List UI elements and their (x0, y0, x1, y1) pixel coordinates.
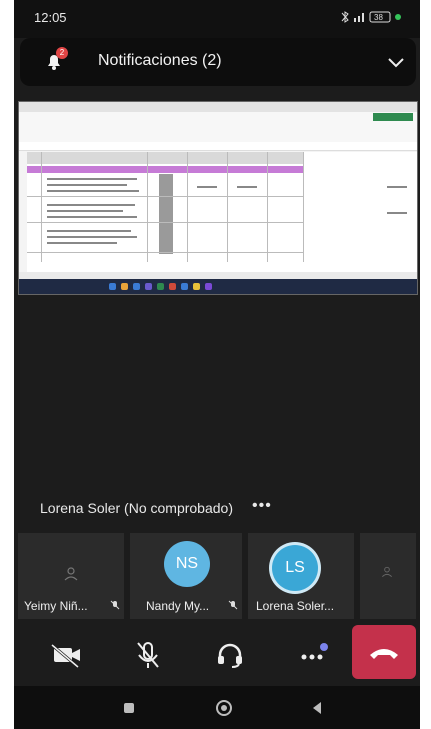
taskbar-icon (145, 283, 152, 290)
sheet-cell-text (387, 186, 407, 188)
avatar: NS (164, 541, 210, 587)
sheet-gray-column (159, 174, 173, 254)
sheet-row-line (27, 222, 303, 223)
sheet-col-line (147, 152, 148, 262)
avatar: LS (272, 545, 318, 591)
participant-tile[interactable]: Yeimy Niñ... (18, 533, 124, 619)
taskbar-icon (169, 283, 176, 290)
sheet-cell-text (47, 230, 131, 232)
sheet-header-row (27, 152, 303, 164)
participant-tile-overflow[interactable] (360, 533, 416, 619)
taskbar-icon (181, 283, 188, 290)
taskbar-icon (133, 283, 140, 290)
presenter-label: Lorena Soler (No comprobado) (40, 500, 233, 516)
headset-icon (218, 643, 242, 668)
recents-icon[interactable] (120, 699, 138, 717)
taskbar-icon (109, 283, 116, 290)
camera-off-icon (51, 643, 80, 669)
sheet-cell-text (47, 236, 137, 238)
sheet-tabs (19, 272, 417, 279)
sheet-col-line (187, 152, 188, 262)
shared-formula-bar (19, 142, 417, 151)
sheet-col-line (41, 152, 42, 262)
mic-off-icon (137, 642, 159, 668)
camera-toggle-button[interactable] (34, 631, 98, 679)
participant-tile[interactable]: NS Nandy My... (130, 533, 242, 619)
more-options-button[interactable] (280, 631, 344, 679)
chevron-down-icon[interactable] (386, 52, 406, 72)
shared-screen (18, 101, 418, 295)
sheet-cell-text (47, 184, 127, 186)
sheet-cell-text (47, 190, 139, 192)
signal-battery-icon: 38 (341, 11, 401, 23)
shared-ribbon (19, 112, 417, 143)
sheet-cell-text (47, 178, 137, 180)
mic-off-small-icon (110, 600, 120, 610)
person-icon (382, 566, 392, 578)
sheet-col-line (227, 152, 228, 262)
presenter-more-button[interactable]: ••• (252, 497, 272, 515)
mute-button[interactable] (116, 631, 180, 679)
notification-badge: 2 (56, 47, 68, 59)
android-nav-bar (14, 686, 420, 729)
shared-taskbar (19, 279, 417, 294)
more-icon (301, 643, 328, 660)
hangup-icon (370, 649, 398, 659)
taskbar-icon (193, 283, 200, 290)
home-icon[interactable] (214, 698, 234, 718)
back-icon[interactable] (308, 699, 326, 717)
taskbar-icon (205, 283, 212, 290)
teams-call-screen: 12:05 38 2 Notificaciones (2) Lorena Sol… (14, 0, 420, 729)
shared-spreadsheet (27, 152, 417, 272)
sheet-col-line (267, 152, 268, 262)
sheet-cell-text (237, 186, 257, 188)
taskbar-icon (121, 283, 128, 290)
sheet-cell-text (47, 216, 137, 218)
sheet-cell-text (47, 210, 123, 212)
sheet-cell-text (387, 212, 407, 214)
sheet-row-line (27, 196, 303, 197)
sheet-cell-text (47, 204, 135, 206)
sheet-cell-text (47, 242, 117, 244)
status-icons: 38 (340, 10, 404, 27)
taskbar-icon (157, 283, 164, 290)
shared-window-titlebar (19, 102, 417, 112)
sheet-cell-text (197, 186, 217, 188)
notifications-bar[interactable]: 2 Notificaciones (2) (20, 38, 416, 86)
participant-name: Nandy My... (146, 599, 210, 613)
status-time: 12:05 (34, 10, 67, 25)
participant-name: Lorena Soler... (256, 599, 335, 613)
person-icon (64, 567, 78, 581)
mic-off-small-icon (228, 600, 238, 610)
hangup-button[interactable] (352, 625, 416, 679)
sheet-purple-band (27, 166, 303, 173)
sheet-col-line (303, 152, 304, 262)
participant-tile-active[interactable]: LS Lorena Soler... (248, 533, 354, 619)
sheet-row-line (27, 252, 303, 253)
notifications-label: Notificaciones (2) (98, 52, 222, 69)
audio-button[interactable] (198, 631, 262, 679)
share-button-shape (373, 113, 413, 121)
battery-level: 38 (374, 13, 383, 22)
status-bar: 12:05 38 (14, 0, 420, 38)
participant-name: Yeimy Niñ... (24, 599, 88, 613)
